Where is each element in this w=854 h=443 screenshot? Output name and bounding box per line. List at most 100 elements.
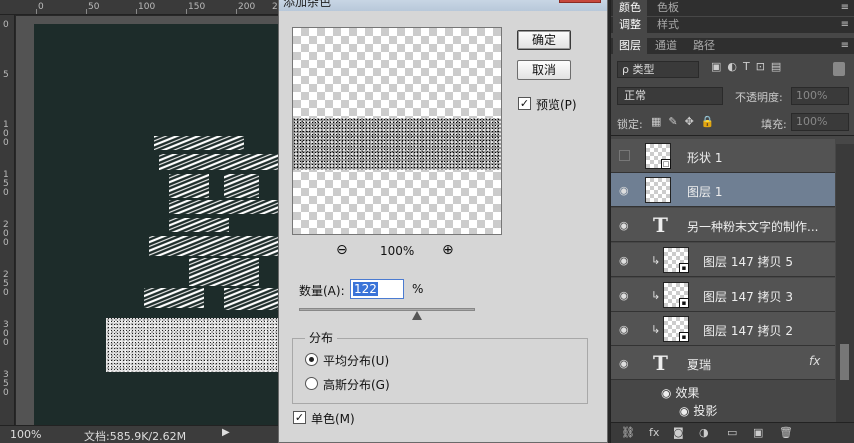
preview-zoom-level: 100% [380,244,415,258]
status-zoom[interactable]: 100% [10,428,41,441]
adjust-panel-tabs: 调整 样式 ≡ [611,17,854,33]
eye-icon[interactable]: ◉ [619,357,629,370]
filter-preview[interactable] [292,27,502,235]
status-doc-size: 文档:585.9K/2.62M [84,430,187,443]
fill-input[interactable]: 100% [791,113,849,131]
monochrome-checkbox[interactable]: ✓ [293,411,306,424]
ruler-label: 100 [138,2,156,12]
layer-row[interactable]: ◉ ↳ ▪ 图层 147 拷贝 2 [611,312,835,346]
layer-thumbnail: ▪ [663,282,689,308]
effects-row[interactable]: ◉ 效果 [661,384,699,401]
tab-color[interactable]: 颜色 [613,0,647,16]
layer-row[interactable]: ◉ ↳ ▪ 图层 147 拷贝 5 [611,243,835,277]
shape-badge-icon: □ [661,159,671,169]
tab-paths[interactable]: 路径 [687,38,721,54]
filter-toggle[interactable] [833,62,845,76]
scrollbar-thumb[interactable] [840,344,849,380]
amount-unit: % [412,282,424,296]
lock-row: 锁定: ▦✎✥🔒 填充: 100% [611,108,854,136]
preview-checkbox[interactable]: ✓ [518,97,531,110]
preview-zoom-controls: ⊖ 100% ⊕ [292,242,502,260]
drop-shadow-label: 投影 [693,404,718,418]
ruler-label: 3 0 0 [3,320,9,348]
lock-label: 锁定: [617,118,643,131]
new-layer-icon[interactable]: ▣ [753,426,763,439]
fill-label: 填充: [761,118,787,131]
ruler-label: 50 [88,2,100,12]
group-icon[interactable]: ▭ [727,426,737,439]
eye-icon[interactable]: ◉ [619,323,629,336]
close-button[interactable]: ✕ [559,0,601,3]
layer-filter-icons[interactable]: ▣◐T⊡▤ [711,60,787,73]
cancel-button[interactable]: 取消 [517,60,571,80]
layer-name: 图层 147 拷贝 3 [703,290,793,304]
zoom-out-icon[interactable]: ⊖ [336,242,348,258]
tab-channels[interactable]: 通道 [649,38,683,54]
layer-thumbnail: □ [645,143,671,169]
amount-slider[interactable] [299,308,475,311]
ok-button[interactable]: 确定 [517,30,571,50]
clipping-arrow-icon: ↳ [651,254,661,267]
panel-menu-icon[interactable]: ≡ [841,38,849,54]
amount-input[interactable]: 122 [350,279,404,299]
eye-icon[interactable]: ◉ [661,386,671,400]
blend-mode-select[interactable]: 正常 [617,87,723,105]
mask-icon[interactable]: ◙ [673,426,684,439]
layers-panel-tabs: 图层 通道 路径 ≡ [611,38,854,54]
smart-object-badge-icon: ▪ [679,263,689,273]
ruler-label: 2 5 0 [3,270,9,298]
tab-adjustments[interactable]: 调整 [613,17,647,33]
layer-row[interactable]: ◉ ↳ ▪ 图层 147 拷贝 3 [611,278,835,312]
preview-label: 预览(P) [536,98,577,112]
eye-icon[interactable]: ◉ [619,254,629,267]
layer-name: 图层 147 拷贝 2 [703,324,793,338]
eye-icon[interactable]: ◉ [619,184,629,197]
panel-menu-icon[interactable]: ≡ [841,0,849,16]
fx-icon[interactable]: fx [809,354,820,368]
eye-icon[interactable]: ◉ [619,289,629,302]
layers-bottom-toolbar: ⛓ fx ◙ ◑ ▭ ▣ 🗑 [611,422,854,443]
smart-object-badge-icon: ▪ [679,298,689,308]
adjustment-icon[interactable]: ◑ [699,426,709,439]
eye-icon[interactable]: ◉ [679,404,689,418]
amount-slider-handle[interactable] [412,311,422,320]
trash-icon[interactable]: 🗑 [779,426,793,439]
tab-styles[interactable]: 样式 [651,17,685,33]
layer-name: 图层 147 拷贝 5 [703,255,793,269]
zoom-in-icon[interactable]: ⊕ [442,242,454,258]
lock-icons[interactable]: ▦✎✥🔒 [651,115,722,128]
uniform-radio[interactable] [305,353,318,366]
fx-icon[interactable]: fx [649,426,659,439]
visibility-toggle[interactable] [619,150,630,161]
status-menu-arrow-icon[interactable]: ▶ [222,427,230,438]
panel-menu-icon[interactable]: ≡ [841,17,849,33]
opacity-input[interactable]: 100% [791,87,849,105]
layer-thumbnail [645,177,671,203]
layer-filter-select[interactable]: ρ 类型 [617,61,699,78]
layers-scrollbar[interactable] [836,144,854,422]
link-icon[interactable]: ⛓ [621,426,635,439]
ruler-label: 1 5 0 [3,170,9,198]
document-canvas[interactable] [16,16,278,425]
layer-name: 形状 1 [687,151,723,165]
effects-label: 效果 [675,386,700,400]
gaussian-radio[interactable] [305,377,318,390]
layer-row-selected[interactable]: ◉ 图层 1 [611,173,835,207]
tab-swatches[interactable]: 色板 [651,0,685,16]
ruler-label: 1 0 0 [3,120,9,148]
layer-row[interactable]: ◉ T 夏瑞 fx [611,346,835,380]
amount-label: 数量(A): [299,284,345,298]
uniform-label[interactable]: 平均分布(U) [323,352,389,369]
smart-object-badge-icon: ▪ [679,332,689,342]
tab-layers[interactable]: 图层 [613,38,647,54]
layer-row[interactable]: ◉ T 另一种粉末文字的制作... [611,208,835,242]
vertical-ruler: 0 5 1 0 0 1 5 0 2 0 0 2 5 0 3 0 0 3 5 0 [0,15,15,425]
layer-name: 图层 1 [687,185,723,199]
gaussian-label[interactable]: 高斯分布(G) [323,376,390,393]
eye-icon[interactable]: ◉ [619,219,629,232]
amount-value: 122 [353,282,378,296]
dialog-titlebar[interactable]: 添加杂色 ✕ [279,0,607,11]
layer-row[interactable]: □ 形状 1 [611,139,835,173]
drop-shadow-row[interactable]: ◉ 投影 [679,402,717,419]
document-artwork[interactable] [34,24,278,425]
